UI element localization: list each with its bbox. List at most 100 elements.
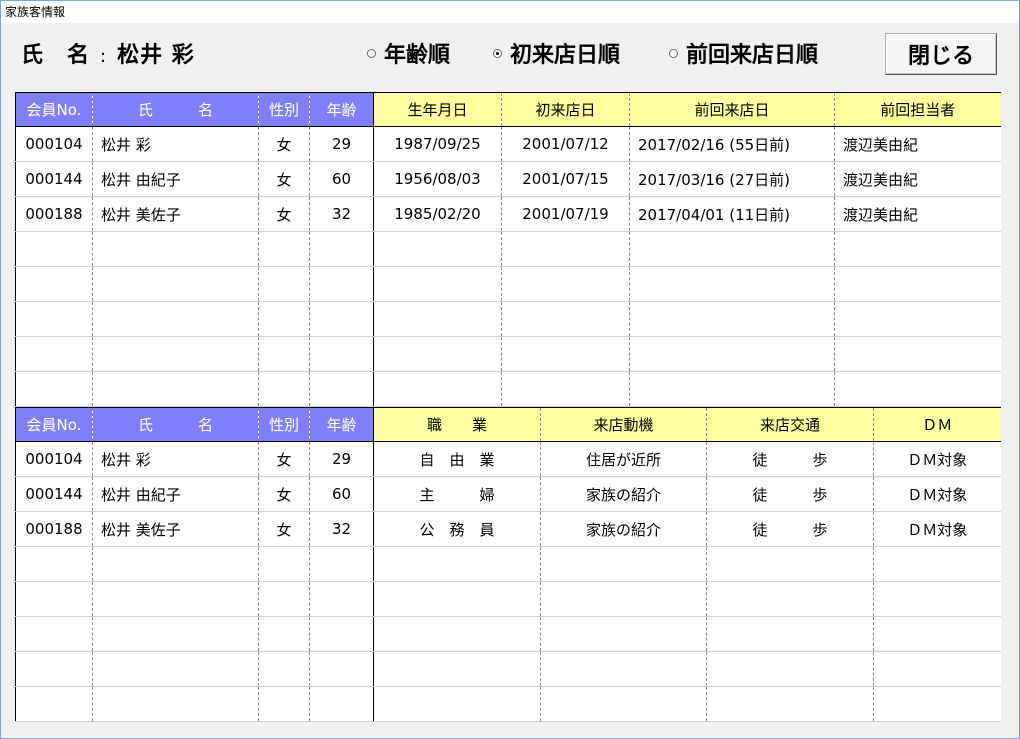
table-row[interactable]: 000104 松井 彩 女 29 自 由 業 住居が近所 徒 歩 ＤＭ対象	[15, 441, 1001, 477]
sort-by-first-visit-radio[interactable]: 初来店日順	[493, 37, 620, 69]
cell-birthdate: 1985/02/20	[373, 196, 502, 232]
customer-name-display: 氏 名: 松井 彩	[21, 37, 195, 69]
cell-last-staff: 渡辺美由紀	[834, 126, 1001, 162]
col-header-last-staff: 前回担当者	[834, 92, 1001, 127]
empty-row[interactable]	[15, 266, 1001, 302]
cell-age: 60	[309, 161, 374, 197]
col-header-name: 氏 名	[92, 407, 259, 442]
col-header-occupation: 職 業	[373, 407, 541, 442]
cell-last-visit: 2017/04/01 (11日前)	[629, 196, 835, 232]
family-customer-window: 家族客情報 氏 名: 松井 彩 年齢順 初来店日順 前回来店日順 閉じる 会員No…	[0, 0, 1020, 739]
cell-last-visit: 2017/02/16 (55日前)	[629, 126, 835, 162]
table-row[interactable]: 000144 松井 由紀子 女 60 主 婦 家族の紹介 徒 歩 ＤＭ対象	[15, 476, 1001, 512]
cell-age: 29	[309, 441, 374, 477]
cell-dm: ＤＭ対象	[873, 441, 1001, 477]
empty-row[interactable]	[15, 301, 1001, 337]
cell-last-staff: 渡辺美由紀	[834, 161, 1001, 197]
cell-gender: 女	[258, 161, 310, 197]
sort-by-first-visit-label: 初来店日順	[510, 43, 621, 68]
empty-row[interactable]	[15, 371, 1001, 407]
col-header-gender: 性別	[258, 92, 310, 127]
customer-name-value: 松井 彩	[117, 43, 195, 68]
cell-name: 松井 彩	[92, 441, 259, 477]
cell-last-staff: 渡辺美由紀	[834, 196, 1001, 232]
cell-gender: 女	[258, 476, 310, 512]
col-header-age: 年齢	[309, 92, 374, 127]
cell-transport: 徒 歩	[706, 441, 874, 477]
table-header-row: 会員No. 氏 名 性別 年齢 職 業 来店動機 来店交通 ＤＭ	[15, 407, 1001, 442]
cell-age: 60	[309, 476, 374, 512]
cell-visit-motive: 家族の紹介	[540, 511, 707, 547]
col-header-first-visit: 初来店日	[501, 92, 630, 127]
col-header-last-visit: 前回来店日	[629, 92, 835, 127]
table-header-row: 会員No. 氏 名 性別 年齢 生年月日 初来店日 前回来店日 前回担当者	[15, 92, 1001, 127]
cell-member-no: 000188	[15, 196, 93, 232]
table-row[interactable]: 000104 松井 彩 女 29 1987/09/25 2001/07/12 2…	[15, 126, 1001, 162]
cell-age: 29	[309, 126, 374, 162]
sort-by-age-label: 年齢順	[384, 43, 451, 68]
sort-by-age-radio[interactable]: 年齢順	[367, 37, 450, 69]
cell-member-no: 000104	[15, 441, 93, 477]
cell-member-no: 000188	[15, 511, 93, 547]
cell-transport: 徒 歩	[706, 476, 874, 512]
cell-member-no: 000104	[15, 126, 93, 162]
sort-by-last-visit-label: 前回来店日順	[686, 43, 819, 68]
close-button[interactable]: 閉じる	[885, 33, 997, 75]
col-header-visit-motive: 来店動機	[540, 407, 707, 442]
cell-visit-motive: 住居が近所	[540, 441, 707, 477]
cell-name: 松井 彩	[92, 126, 259, 162]
cell-gender: 女	[258, 126, 310, 162]
cell-transport: 徒 歩	[706, 511, 874, 547]
radio-checked-icon	[493, 48, 502, 58]
cell-occupation: 主 婦	[373, 476, 541, 512]
cell-gender: 女	[258, 196, 310, 232]
cell-name: 松井 美佐子	[92, 511, 259, 547]
cell-gender: 女	[258, 441, 310, 477]
cell-gender: 女	[258, 511, 310, 547]
cell-birthdate: 1987/09/25	[373, 126, 502, 162]
cell-age: 32	[309, 196, 374, 232]
empty-row[interactable]	[15, 616, 1001, 652]
col-header-transport: 来店交通	[706, 407, 874, 442]
sort-by-last-visit-radio[interactable]: 前回来店日順	[669, 37, 818, 69]
empty-row[interactable]	[15, 651, 1001, 687]
col-header-name: 氏 名	[92, 92, 259, 127]
col-header-member-no: 会員No.	[15, 407, 93, 442]
cell-age: 32	[309, 511, 374, 547]
table-row[interactable]: 000188 松井 美佐子 女 32 公 務 員 家族の紹介 徒 歩 ＤＭ対象	[15, 511, 1001, 547]
col-header-gender: 性別	[258, 407, 310, 442]
name-separator: :	[100, 46, 108, 67]
cell-occupation: 公 務 員	[373, 511, 541, 547]
visit-history-table: 会員No. 氏 名 性別 年齢 生年月日 初来店日 前回来店日 前回担当者 00…	[15, 92, 1001, 407]
col-header-dm: ＤＭ	[873, 407, 1001, 442]
empty-row[interactable]	[15, 581, 1001, 617]
empty-row[interactable]	[15, 546, 1001, 582]
col-header-birthdate: 生年月日	[373, 92, 502, 127]
cell-dm: ＤＭ対象	[873, 476, 1001, 512]
cell-name: 松井 美佐子	[92, 196, 259, 232]
table-row[interactable]: 000144 松井 由紀子 女 60 1956/08/03 2001/07/15…	[15, 161, 1001, 197]
empty-row[interactable]	[15, 231, 1001, 267]
radio-unchecked-icon	[367, 48, 376, 58]
cell-birthdate: 1956/08/03	[373, 161, 502, 197]
cell-first-visit: 2001/07/15	[501, 161, 630, 197]
window-title: 家族客情報	[1, 1, 1019, 23]
cell-occupation: 自 由 業	[373, 441, 541, 477]
customer-profile-table: 会員No. 氏 名 性別 年齢 職 業 来店動機 来店交通 ＤＭ 000104 …	[15, 407, 1001, 722]
empty-row[interactable]	[15, 336, 1001, 372]
cell-name: 松井 由紀子	[92, 476, 259, 512]
cell-member-no: 000144	[15, 476, 93, 512]
cell-first-visit: 2001/07/12	[501, 126, 630, 162]
cell-name: 松井 由紀子	[92, 161, 259, 197]
cell-member-no: 000144	[15, 161, 93, 197]
empty-row[interactable]	[15, 686, 1001, 722]
col-header-member-no: 会員No.	[15, 92, 93, 127]
cell-last-visit: 2017/03/16 (27日前)	[629, 161, 835, 197]
radio-unchecked-icon	[669, 48, 678, 58]
name-prefix-label: 氏 名	[21, 43, 91, 68]
cell-dm: ＤＭ対象	[873, 511, 1001, 547]
cell-visit-motive: 家族の紹介	[540, 476, 707, 512]
table-row[interactable]: 000188 松井 美佐子 女 32 1985/02/20 2001/07/19…	[15, 196, 1001, 232]
cell-first-visit: 2001/07/19	[501, 196, 630, 232]
col-header-age: 年齢	[309, 407, 374, 442]
